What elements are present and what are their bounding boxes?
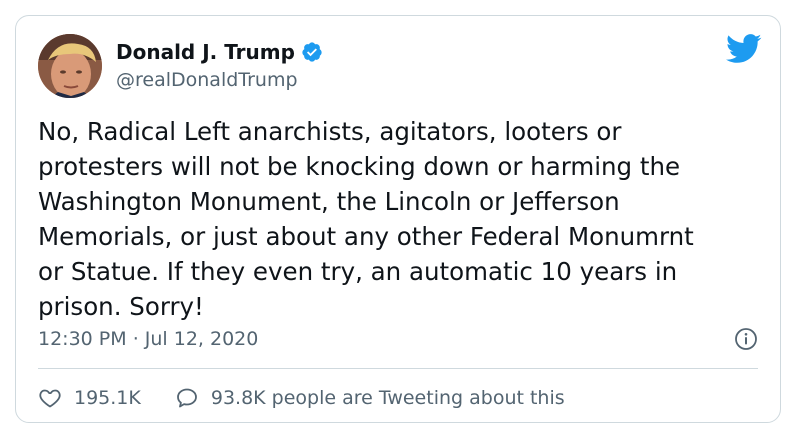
info-icon[interactable]: [734, 327, 758, 351]
tweet-timestamp[interactable]: 12:30 PM · Jul 12, 2020: [38, 328, 258, 350]
author-handle[interactable]: @realDonaldTrump: [116, 69, 298, 91]
divider: [38, 368, 758, 369]
tweet-text: No, Radical Left anarchists, agitators, …: [38, 117, 694, 321]
tweet-time[interactable]: 12:30 PM: [38, 328, 127, 350]
heart-icon: [39, 389, 61, 408]
author-name-row[interactable]: Donald J. Trump: [116, 40, 323, 64]
avatar-image: [38, 34, 102, 98]
conversation-link[interactable]: 93.8K people are Tweeting about this: [175, 386, 565, 410]
tweet-card[interactable]: Donald J. Trump @realDonaldTrump No, Rad…: [15, 15, 781, 423]
speech-bubble-icon: [176, 388, 197, 408]
author-name[interactable]: Donald J. Trump: [116, 40, 295, 64]
timestamp-separator: ·: [126, 328, 145, 350]
tweet-actions: 195.1K 93.8K people are Tweeting about t…: [38, 384, 565, 412]
twitter-bird-icon[interactable]: [726, 34, 762, 64]
conversation-text: 93.8K people are Tweeting about this: [210, 387, 565, 409]
verified-badge-icon: [302, 42, 322, 62]
tweet-date[interactable]: Jul 12, 2020: [145, 328, 259, 350]
avatar[interactable]: [38, 34, 102, 98]
like-count: 195.1K: [74, 387, 141, 409]
like-button[interactable]: 195.1K: [38, 386, 141, 410]
